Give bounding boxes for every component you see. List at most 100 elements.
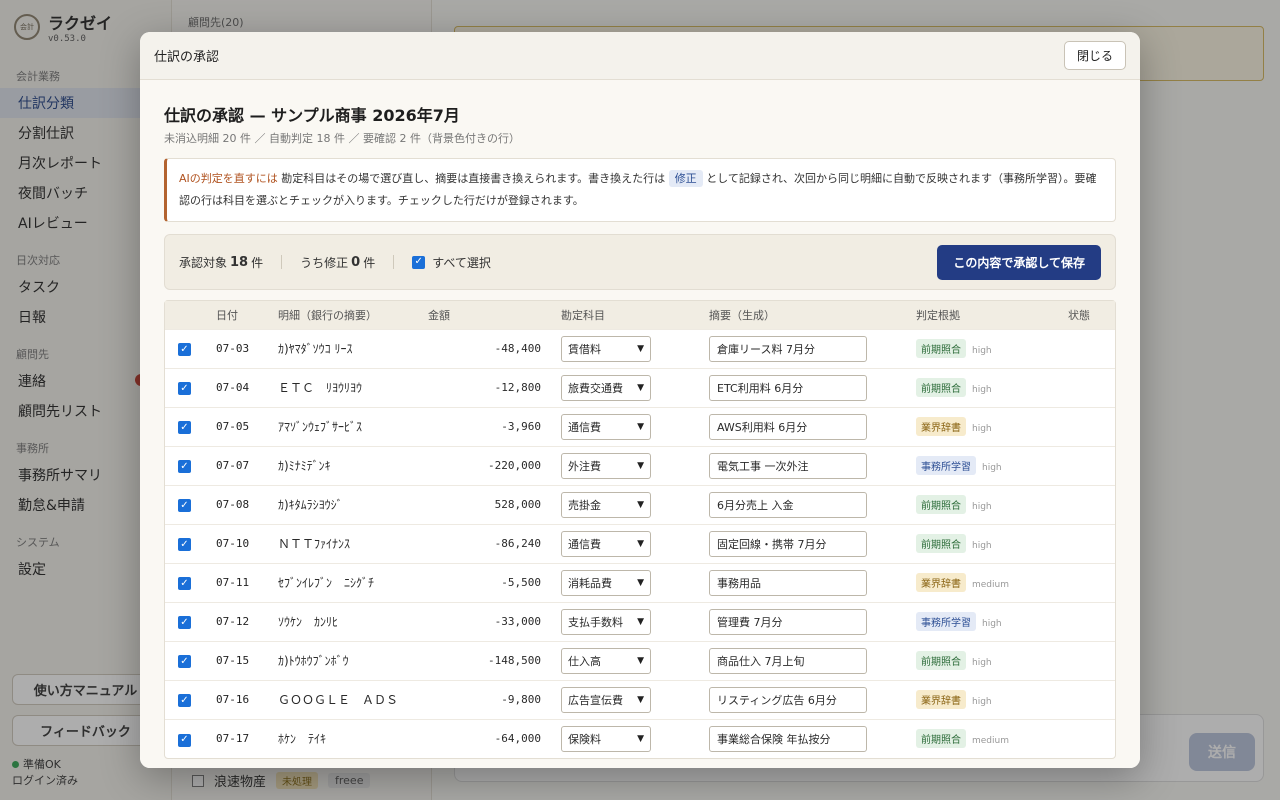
confidence-label: high [982,463,1002,473]
column-header: 日付 [210,301,272,329]
select-all-checkbox[interactable]: ✓ [412,255,426,269]
row-bank-description: ｶ)ﾄｳﾎｳﾌﾞﾝﾎﾞｳ [272,640,422,680]
row-amount: -86,240 [422,523,555,563]
row-checkbox[interactable]: ✓ [178,538,191,552]
row-checkbox-cell: ✓ [165,679,210,719]
memo-input[interactable]: リスティング広告 6月分 [709,686,867,713]
row-checkbox[interactable]: ✓ [178,382,191,396]
confidence-label: high [972,502,992,512]
column-header: 明細（銀行の摘要） [272,301,422,329]
row-checkbox[interactable]: ✓ [178,694,191,708]
row-bank-description: ｿｳｹﾝ ｶﾝﾘﾋ [272,601,422,641]
basis-badge: 業界辞書 [916,690,966,709]
row-basis-cell: 前期照合 high [910,367,1062,407]
account-select-value: 旅費交通費 [568,381,623,395]
row-date: 07-12 [210,601,272,641]
row-checkbox[interactable]: ✓ [178,616,191,630]
memo-input[interactable]: AWS利用料 6月分 [709,413,867,440]
row-status [1062,523,1115,563]
memo-input[interactable]: 倉庫リース料 7月分 [709,335,867,362]
confidence-label: medium [972,736,1009,747]
chevron-down-icon: ▼ [637,616,644,627]
row-account-cell: 賃借料 ▼ [555,328,703,368]
row-bank-description: ｶ)ﾔﾏﾀﾞｿｳｺ ﾘｰｽ [272,328,422,368]
account-select-value: 売掛金 [568,498,601,512]
row-account-cell: 外注費 ▼ [555,445,703,485]
chevron-down-icon: ▼ [637,694,644,705]
basis-badge: 前期照合 [916,651,966,670]
row-basis-cell: 前期照合 medium [910,718,1062,758]
account-select[interactable]: 広告宣伝費 ▼ [561,686,651,713]
table-row: ✓ 07-04 ＥＴＣ ﾘﾖｳﾘﾖｳ -12,800 旅費交通費 ▼ ETC利用料 6月分 前… [165,367,1115,407]
row-account-cell: 消耗品費 ▼ [555,562,703,602]
row-status [1062,718,1115,758]
account-select[interactable]: 外注費 ▼ [561,452,651,479]
hint-heading: AIの判定を直すには [179,172,278,185]
memo-input[interactable]: 商品仕入 7月上旬 [709,647,867,674]
row-status [1062,445,1115,485]
basis-badge: 業界辞書 [916,417,966,436]
page-subtitle: 未消込明細 20 件 ／ 自動判定 18 件 ／ 要確認 2 件（背景色付きの行… [164,132,520,145]
account-select[interactable]: 保険料 ▼ [561,725,651,752]
row-checkbox[interactable]: ✓ [178,460,191,474]
row-amount: -9,800 [422,679,555,719]
divider [281,255,283,269]
modal-header-title: 仕訳の承認 [154,50,220,65]
table-body: ✓ 07-03 ｶ)ﾔﾏﾀﾞｿｳｺ ﾘｰｽ -48,400 賃借料 ▼ 倉庫リース料 7月分… [165,328,1115,758]
row-checkbox[interactable]: ✓ [178,577,191,591]
row-status [1062,406,1115,446]
memo-input[interactable]: 6月分売上 入金 [709,491,867,518]
chevron-down-icon: ▼ [637,655,644,666]
approval-modal: 仕訳の承認 閉じる 仕訳の承認 — サンプル商事 2026年7月 未消込明細 2… [140,32,1140,768]
account-select[interactable]: 通信費 ▼ [561,530,651,557]
row-memo-cell: 管理費 7月分 [703,601,910,641]
approve-save-button[interactable]: この内容で承認して保存 [937,244,1101,280]
table-row: ✓ 07-10 ＮＴＴﾌｧｲﾅﾝｽ -86,240 通信費 ▼ 固定回線・携帯 7月分 前期照… [165,523,1115,563]
row-checkbox-cell: ✓ [165,484,210,524]
row-account-cell: 支払手数料 ▼ [555,601,703,641]
row-basis-cell: 業界辞書 high [910,406,1062,446]
memo-input[interactable]: 事務用品 [709,569,867,596]
close-button[interactable]: 閉じる [1063,41,1126,70]
column-header: 状態 [1062,301,1115,329]
account-select[interactable]: 通信費 ▼ [561,413,651,440]
memo-input[interactable]: ETC利用料 6月分 [709,374,867,401]
row-memo-cell: 事務用品 [703,562,910,602]
memo-input[interactable]: 事業総合保険 年払按分 [709,725,867,752]
select-all-label[interactable]: すべて選択 [432,254,491,271]
memo-input[interactable]: 管理費 7月分 [709,608,867,635]
row-memo-cell: 6月分売上 入金 [703,484,910,524]
hint-text-1: 勘定科目はその場で選び直し、摘要は直接書き換えられます。書き換えた行は [281,172,666,185]
row-amount: -220,000 [422,445,555,485]
memo-input[interactable]: 固定回線・携帯 7月分 [709,530,867,557]
memo-input[interactable]: 電気工事 一次外注 [709,452,867,479]
account-select[interactable]: 仕入高 ▼ [561,647,651,674]
row-checkbox[interactable]: ✓ [178,499,191,513]
row-account-cell: 旅費交通費 ▼ [555,367,703,407]
row-checkbox[interactable]: ✓ [178,343,191,357]
account-select[interactable]: 旅費交通費 ▼ [561,374,651,401]
basis-badge: 前期照合 [916,378,966,397]
row-checkbox[interactable]: ✓ [178,655,191,669]
account-select-value: 外注費 [568,459,601,473]
account-select[interactable]: 賃借料 ▼ [561,335,651,362]
account-select[interactable]: 支払手数料 ▼ [561,608,651,635]
row-checkbox[interactable]: ✓ [178,421,191,435]
basis-badge: 前期照合 [916,534,966,553]
row-checkbox[interactable]: ✓ [178,733,191,747]
chevron-down-icon: ▼ [637,499,644,510]
table-row: ✓ 07-12 ｿｳｹﾝ ｶﾝﾘﾋ -33,000 支払手数料 ▼ 管理費 7月分 事務所学習… [165,601,1115,641]
row-status [1062,328,1115,368]
account-select[interactable]: 消耗品費 ▼ [561,569,651,596]
divider [393,255,395,269]
account-select[interactable]: 売掛金 ▼ [561,491,651,518]
account-select-value: 支払手数料 [568,615,623,629]
row-basis-cell: 前期照合 high [910,328,1062,368]
row-status [1062,367,1115,407]
row-checkbox-cell: ✓ [165,328,210,368]
account-select-value: 通信費 [568,420,601,434]
row-amount: -12,800 [422,367,555,407]
basis-badge: 前期照合 [916,495,966,514]
basis-badge: 事務所学習 [916,612,976,631]
row-basis-cell: 業界辞書 high [910,679,1062,719]
